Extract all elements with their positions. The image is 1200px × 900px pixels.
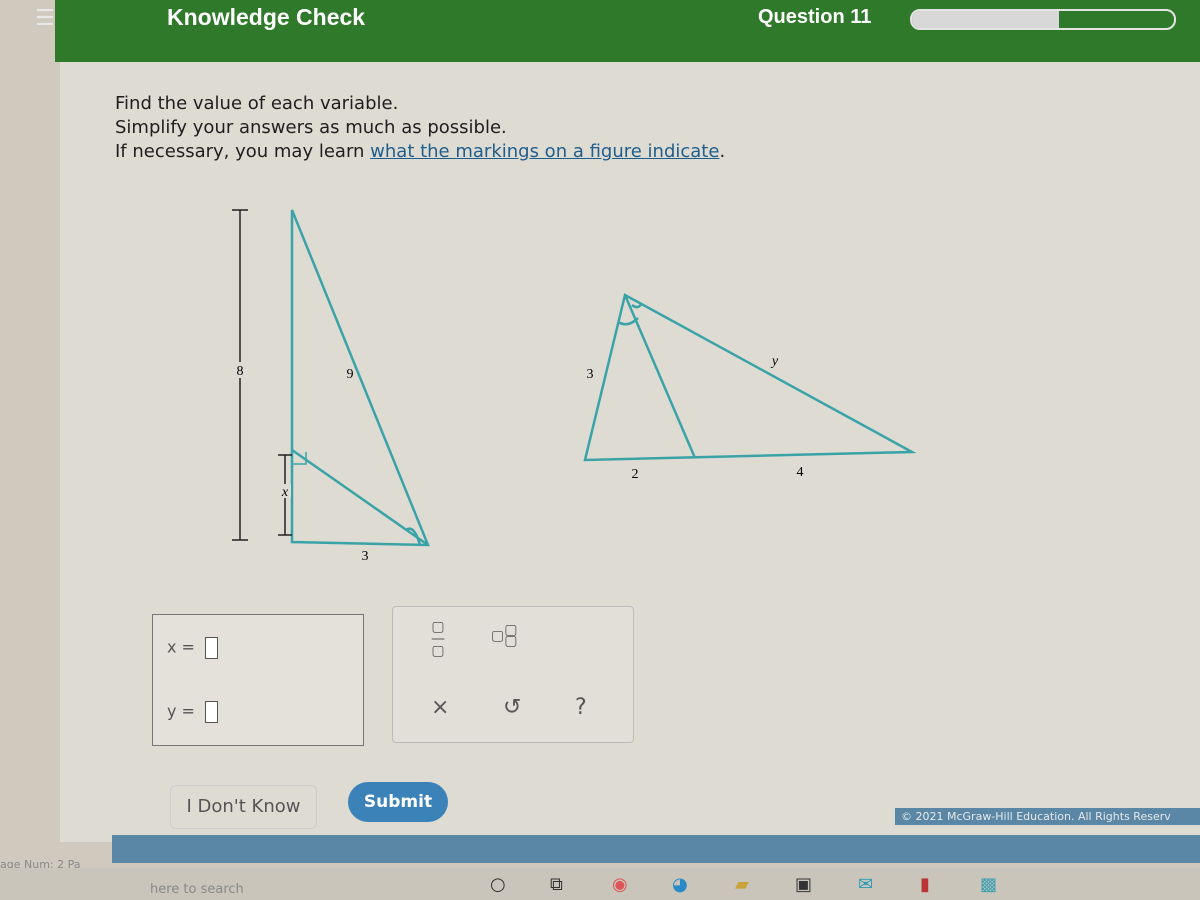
undo-icon[interactable]: ↺ xyxy=(503,695,521,720)
task-view-icon[interactable]: ⧉ xyxy=(550,874,563,895)
taskbar-search[interactable]: here to search xyxy=(150,882,244,897)
footer-bar xyxy=(112,835,1200,863)
y-input[interactable] xyxy=(204,701,218,723)
label-y: y xyxy=(770,354,779,369)
edge-icon[interactable]: ◕ xyxy=(672,874,688,895)
store-icon[interactable]: ▣ xyxy=(795,874,812,895)
label-3b: 3 xyxy=(587,367,594,382)
answer-area: x = y = xyxy=(152,614,364,746)
chrome-icon[interactable]: ◉ xyxy=(612,874,628,895)
app-icon-2[interactable]: ▩ xyxy=(980,874,997,895)
fraction-icon[interactable]: ▢ — ▢ xyxy=(431,620,445,658)
label-2: 2 xyxy=(632,467,639,482)
mail-icon[interactable]: ✉ xyxy=(858,874,873,895)
label-9: 9 xyxy=(347,367,354,382)
cortana-icon[interactable]: ○ xyxy=(490,874,506,895)
triangle-2 xyxy=(583,293,917,462)
i-dont-know-button[interactable]: I Don't Know xyxy=(170,785,317,829)
y-label: y = xyxy=(167,701,195,721)
x-input[interactable] xyxy=(204,637,218,659)
triangle-1 xyxy=(290,209,430,547)
x-answer-row: x = xyxy=(167,637,218,659)
x-label: x = xyxy=(167,637,195,657)
geometry-figure: 8 9 3 x 3 2 4 y xyxy=(232,209,917,564)
y-answer-row: y = xyxy=(167,701,218,723)
label-3: 3 xyxy=(362,549,369,564)
file-explorer-icon[interactable]: ▰ xyxy=(735,874,749,895)
submit-button[interactable]: Submit xyxy=(348,782,448,822)
label-8: 8 xyxy=(237,364,244,379)
app-icon[interactable]: ▮ xyxy=(920,874,930,895)
help-button[interactable]: ? xyxy=(575,695,587,720)
copyright: © 2021 McGraw-Hill Education. All Rights… xyxy=(895,808,1200,825)
mixed-number-icon[interactable]: ▢▢ ▢ xyxy=(491,623,517,648)
clear-button[interactable]: × xyxy=(431,695,449,720)
taskbar: here to search ○ ⧉ ◉ ◕ ▰ ▣ ✉ ▮ ▩ xyxy=(0,868,1200,900)
math-toolbar: ▢ — ▢ ▢▢ ▢ × ↺ ? xyxy=(392,606,634,743)
label-4: 4 xyxy=(797,465,804,480)
label-x: x xyxy=(281,485,289,500)
